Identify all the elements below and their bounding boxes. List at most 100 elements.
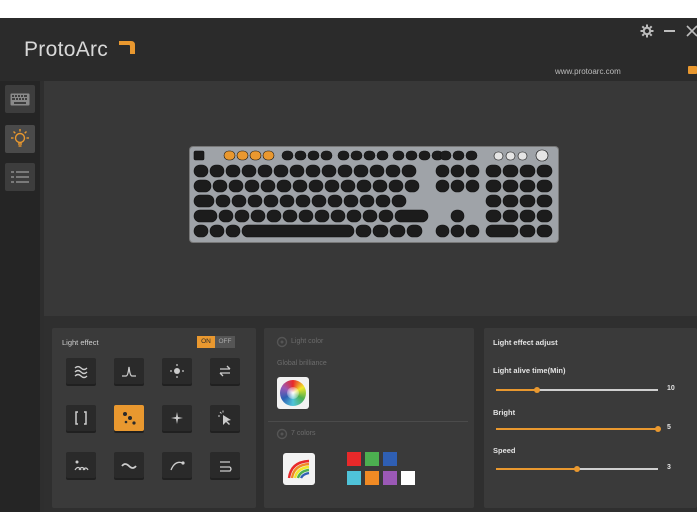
- color-swatch[interactable]: [347, 452, 361, 466]
- keyboard-key: [320, 150, 333, 161]
- app-window: ProtoArc www.protoarc.com Light effect O…: [0, 18, 697, 512]
- light-adjust-panel: Light effect adjust Light alive time(Min…: [484, 328, 697, 508]
- keyboard-key: [372, 224, 389, 238]
- keyboard-key: [225, 164, 241, 178]
- effect-button[interactable]: [210, 452, 240, 478]
- keyboard-preview: [190, 147, 558, 242]
- speed-slider[interactable]: [496, 466, 658, 472]
- keyboard-key: [363, 150, 376, 161]
- effect-button[interactable]: [210, 405, 240, 431]
- slider-knob[interactable]: [533, 387, 540, 393]
- keyboard-key: [450, 179, 465, 193]
- color-wheel-icon: [280, 380, 306, 406]
- sidebar-item-keyboard[interactable]: [5, 85, 35, 113]
- close-icon[interactable]: [686, 24, 697, 41]
- keyboard-key: [385, 164, 401, 178]
- keyboard-key: [536, 224, 553, 238]
- light-color-panel: Light color Global brilliance 7 colors: [264, 328, 474, 508]
- sidebar-item-macro[interactable]: [5, 163, 35, 191]
- keyboard-key: [536, 179, 553, 193]
- keyboard-key: [401, 164, 417, 178]
- keyboard-key: [394, 209, 429, 223]
- keyboard-key: [193, 164, 209, 178]
- logo-mark-icon: [119, 41, 135, 54]
- website-link[interactable]: www.protoarc.com: [555, 67, 621, 76]
- effect-button[interactable]: [114, 358, 144, 384]
- keyboard-key: [282, 209, 298, 223]
- seven-colors-title: 7 colors: [291, 430, 316, 437]
- keyboard-key: [418, 150, 431, 161]
- keyboard-key: [519, 194, 536, 208]
- light-color-title: Light color: [291, 338, 324, 345]
- keyboard-key: [193, 179, 212, 193]
- rainbow-button[interactable]: [283, 453, 315, 485]
- slider-knob[interactable]: [574, 466, 580, 472]
- keyboard-key: [378, 209, 394, 223]
- color-swatch[interactable]: [383, 471, 397, 485]
- wave-icon: [74, 365, 88, 379]
- keyboard-key: [215, 194, 231, 208]
- keyboard-key: [241, 224, 355, 238]
- color-swatch[interactable]: [347, 471, 361, 485]
- sidebar-item-lighting[interactable]: [5, 125, 35, 153]
- keyboard-key: [435, 164, 450, 178]
- keyboard-key: [247, 194, 263, 208]
- effect-button[interactable]: [210, 358, 240, 384]
- language-flag-icon[interactable]: [688, 66, 697, 74]
- light-effect-title: Light effect: [62, 338, 99, 347]
- keyboard-key: [485, 224, 519, 238]
- keyboard-key: [375, 194, 391, 208]
- keyboard-key: [372, 179, 388, 193]
- keyboard-key: [405, 150, 418, 161]
- keyboard-key: [327, 194, 343, 208]
- keyboard-key: [209, 224, 225, 238]
- effect-off-toggle[interactable]: OFF: [215, 336, 235, 348]
- effect-button[interactable]: [114, 405, 144, 431]
- color-wheel-button[interactable]: [277, 377, 309, 409]
- keyboard-key: [294, 150, 307, 161]
- minimize-icon[interactable]: [664, 30, 675, 32]
- effect-button[interactable]: [66, 452, 96, 478]
- color-swatch[interactable]: [401, 471, 415, 485]
- effect-button[interactable]: [162, 358, 192, 384]
- keyboard-key: [450, 164, 465, 178]
- effect-button[interactable]: [66, 358, 96, 384]
- keyboard-key: [536, 164, 553, 178]
- keyboard-preview-area: [44, 81, 697, 316]
- adjust-title: Light effect adjust: [493, 338, 558, 347]
- keyboard-key: [311, 194, 327, 208]
- color-swatch[interactable]: [383, 452, 397, 466]
- keyboard-key: [193, 209, 218, 223]
- effect-on-toggle[interactable]: ON: [197, 336, 215, 348]
- keyboard-key: [260, 179, 276, 193]
- effect-button[interactable]: [66, 405, 96, 431]
- keyboard-key: [250, 209, 266, 223]
- keyboard-key: [330, 209, 346, 223]
- title-bar: ProtoArc www.protoarc.com: [0, 18, 697, 81]
- keyboard-key: [369, 164, 385, 178]
- effect-button[interactable]: [162, 405, 192, 431]
- keyboard-key: [452, 150, 465, 161]
- slider-knob[interactable]: [655, 426, 661, 432]
- keyboard-key: [236, 150, 249, 161]
- keyboard-key: [389, 224, 406, 238]
- gear-icon[interactable]: [640, 24, 654, 41]
- color-swatch[interactable]: [365, 452, 379, 466]
- keyboard-key: [266, 209, 282, 223]
- keyboard-key: [439, 150, 452, 161]
- effect-button[interactable]: [162, 452, 192, 478]
- keyboard-key: [263, 194, 279, 208]
- lightbulb-icon: [11, 129, 29, 147]
- effect-button[interactable]: [114, 452, 144, 478]
- color-dial-icon: [276, 336, 288, 348]
- color-swatch[interactable]: [365, 471, 379, 485]
- keyboard-key: [465, 179, 480, 193]
- keyboard-key: [485, 179, 502, 193]
- alive-time-slider[interactable]: [496, 387, 658, 393]
- keyboard-key: [353, 164, 369, 178]
- bright-slider[interactable]: [496, 426, 661, 432]
- keyboard-key: [356, 179, 372, 193]
- keyboard-key: [392, 150, 405, 161]
- main-content: Light effect ON OFF Light color Global b…: [44, 81, 697, 512]
- keyboard-key: [225, 224, 241, 238]
